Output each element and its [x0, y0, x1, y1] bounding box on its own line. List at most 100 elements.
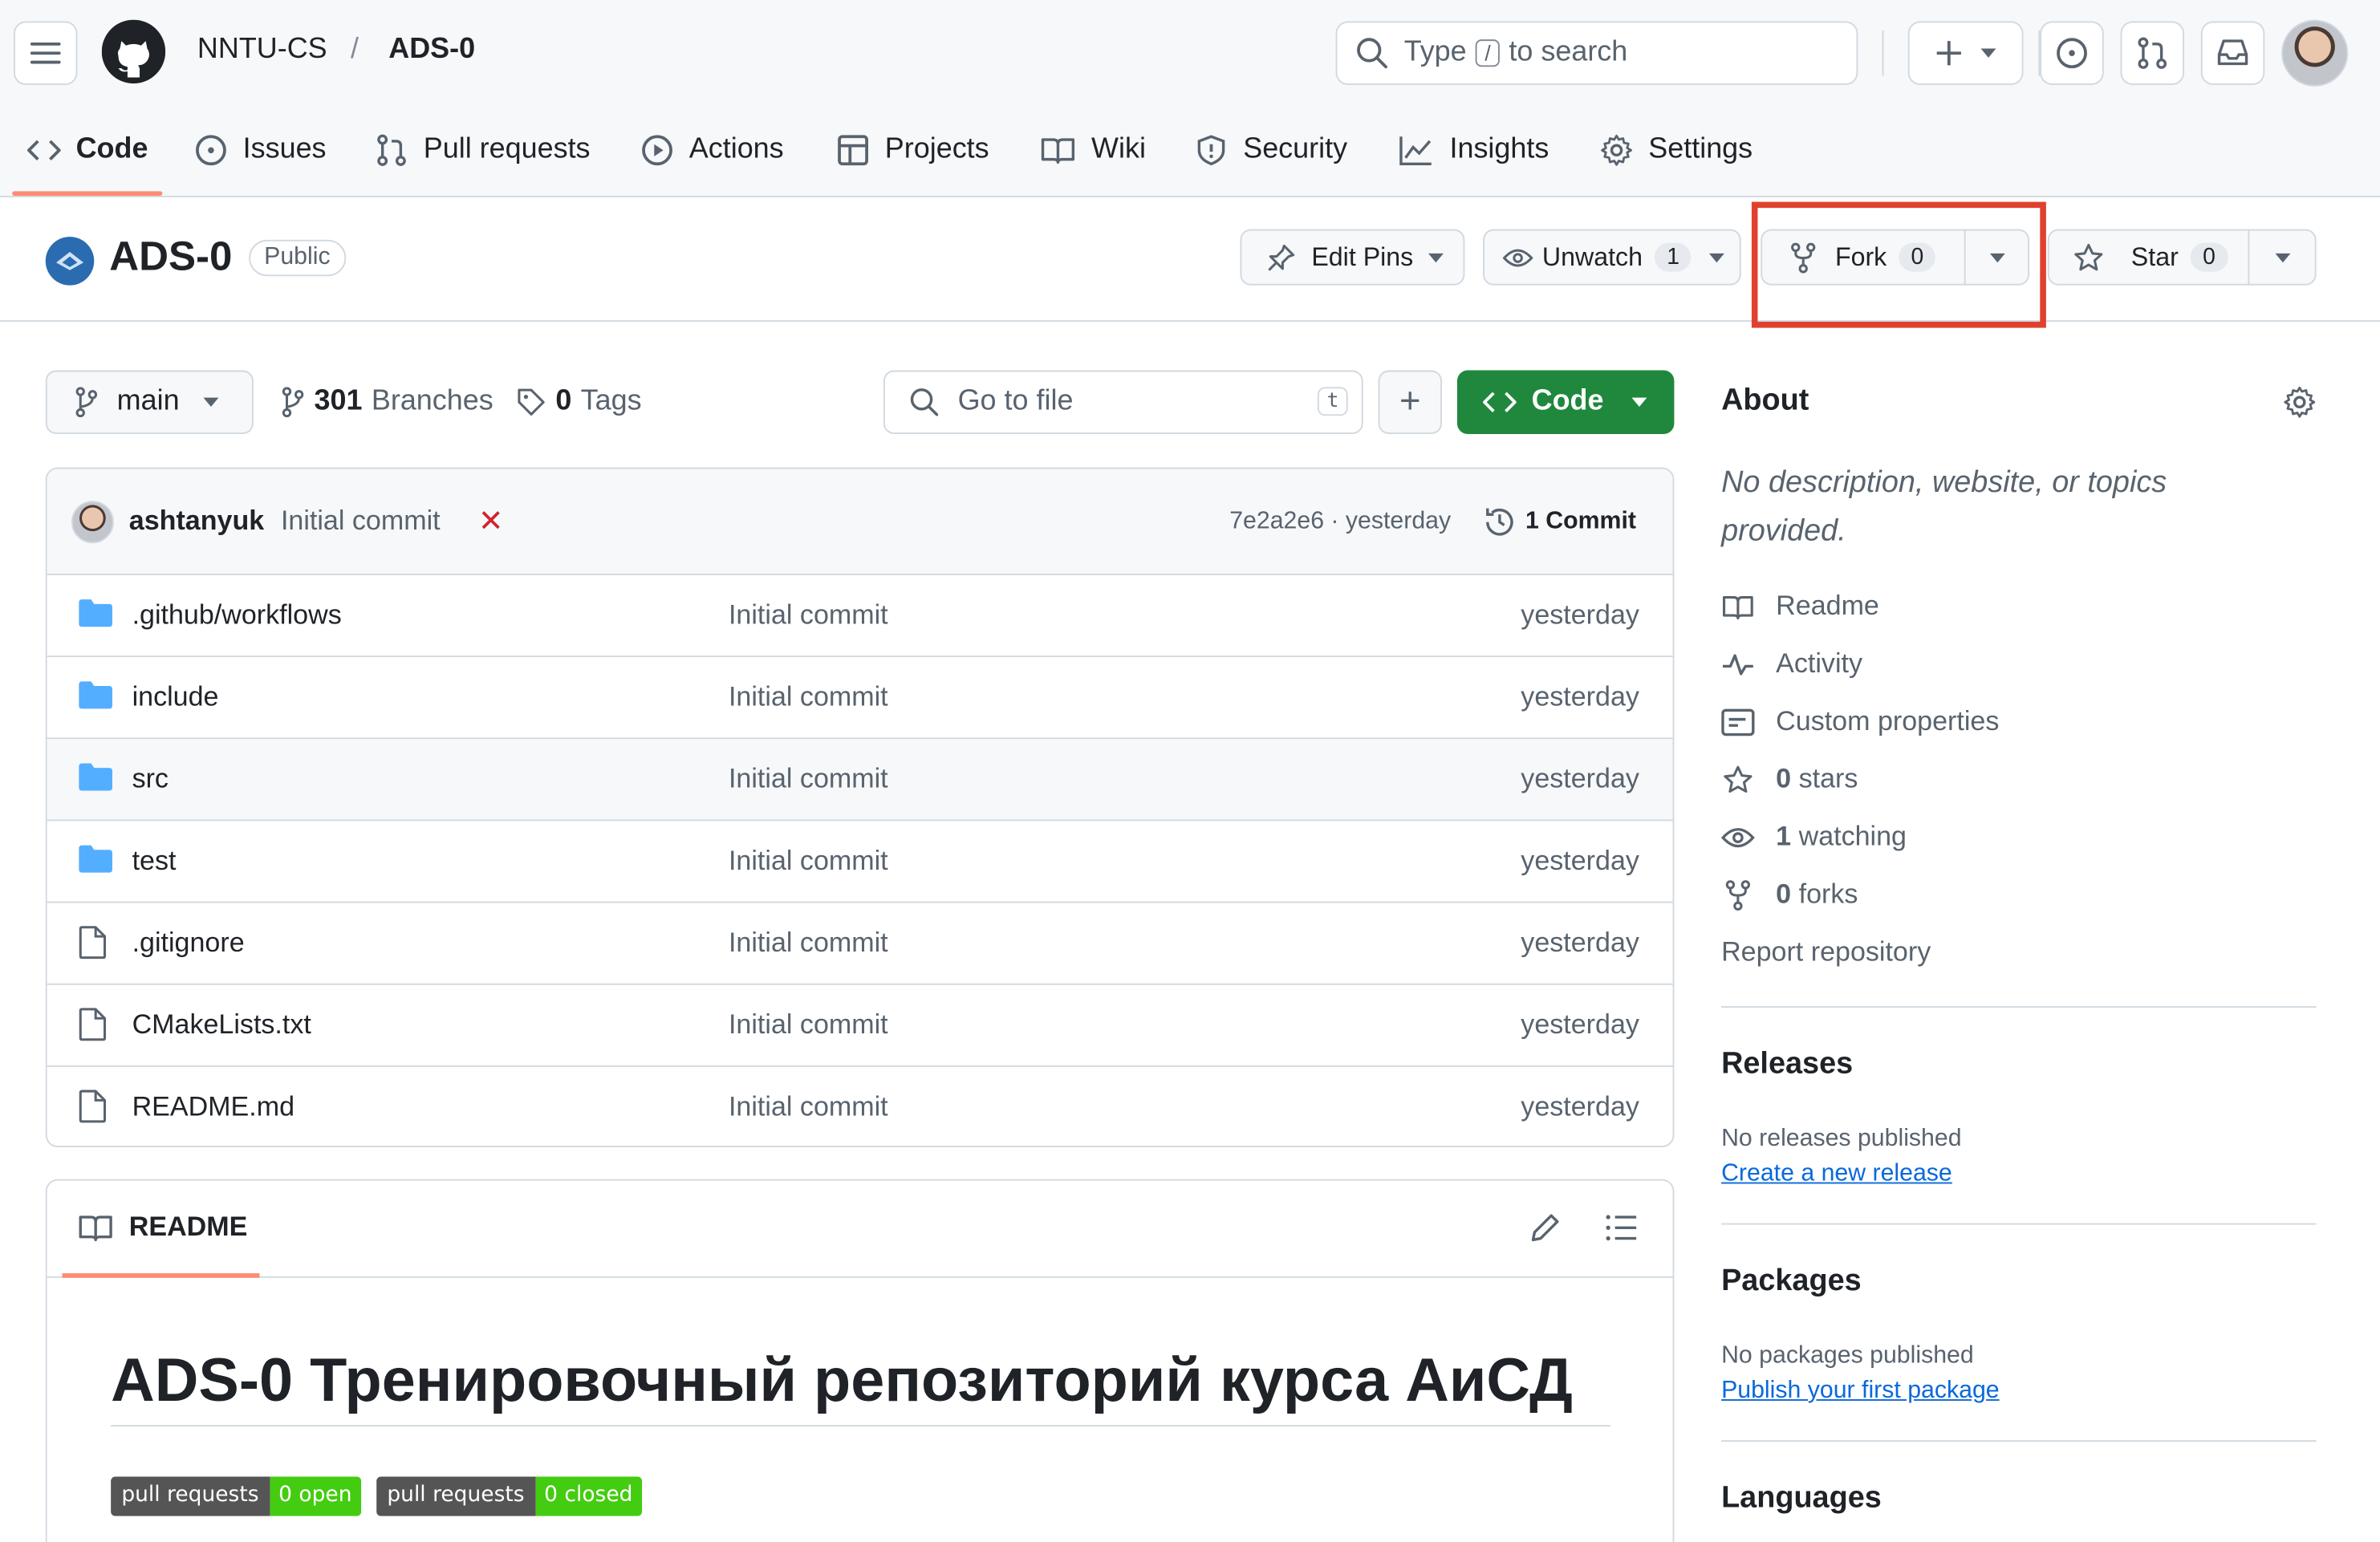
- commit-sha-date[interactable]: 7e2a2e6 · yesterday: [1229, 509, 1451, 536]
- create-release-link[interactable]: Create a new release: [1721, 1161, 1952, 1188]
- tab-projects[interactable]: Projects: [836, 131, 989, 170]
- tab-issues[interactable]: Issues: [194, 131, 327, 170]
- commit-author[interactable]: ashtanyuk: [129, 505, 264, 538]
- owner-link[interactable]: NNTU-CS: [197, 34, 327, 67]
- outline-button[interactable]: [1604, 1212, 1638, 1250]
- check-failed-icon[interactable]: ✕: [478, 502, 504, 540]
- repo-title[interactable]: ADS-0: [109, 233, 232, 281]
- folder-icon: [77, 598, 113, 635]
- pull-requests-button[interactable]: [2120, 21, 2185, 85]
- branches-link[interactable]: 301 Branches: [281, 385, 493, 419]
- caret-down-icon: [2274, 252, 2290, 262]
- gear-icon: [1601, 134, 1632, 166]
- forks-link[interactable]: 0 forks: [1721, 879, 1858, 911]
- report-repository-link[interactable]: Report repository: [1721, 936, 1931, 968]
- issues-button[interactable]: [2040, 21, 2104, 85]
- stars-link[interactable]: 0 stars: [1721, 763, 1858, 795]
- repo-forked-icon: [1725, 879, 1751, 911]
- tab-security[interactable]: Security: [1195, 131, 1347, 170]
- readme-tab[interactable]: README: [77, 1211, 247, 1243]
- star-dropdown-button[interactable]: [2249, 231, 2314, 284]
- commit-message[interactable]: Initial commit: [281, 505, 441, 538]
- file-name[interactable]: .gitignore: [132, 927, 245, 960]
- github-logo-icon[interactable]: [101, 19, 166, 91]
- org-logo-icon: [55, 252, 84, 270]
- releases-heading[interactable]: Releases: [1721, 1047, 1853, 1082]
- code-button-label: Code: [1531, 385, 1604, 418]
- custom-properties-link[interactable]: Custom properties: [1721, 706, 1999, 738]
- path-separator: /: [350, 33, 359, 66]
- hamburger-icon: [30, 42, 61, 64]
- file-commit-message[interactable]: Initial commit: [729, 763, 888, 795]
- file-commit-message[interactable]: Initial commit: [729, 927, 888, 960]
- tab-insights[interactable]: Insights: [1398, 131, 1549, 170]
- closed-pr-badge[interactable]: pull requests 0 closed: [376, 1476, 642, 1516]
- plus-icon: [1936, 41, 1961, 66]
- activity-label: Activity: [1776, 647, 1863, 679]
- file-name[interactable]: README.md: [132, 1091, 294, 1123]
- unwatch-button[interactable]: Unwatch 1: [1483, 229, 1741, 286]
- tab-wiki[interactable]: Wiki: [1040, 131, 1146, 170]
- file-commit-date: yesterday: [1521, 599, 1639, 631]
- watching-link[interactable]: 1 watching: [1721, 821, 1907, 853]
- file-icon: [79, 1008, 107, 1041]
- publish-package-link[interactable]: Publish your first package: [1721, 1378, 2000, 1406]
- repo-link[interactable]: ADS-0: [388, 34, 475, 67]
- book-icon: [1722, 594, 1753, 619]
- file-icon: [79, 1090, 107, 1123]
- file-commit-message[interactable]: Initial commit: [729, 1009, 888, 1041]
- tab-label: Wiki: [1091, 133, 1146, 166]
- commits-label: 1 Commit: [1525, 508, 1636, 534]
- tab-code[interactable]: Code: [27, 131, 148, 170]
- file-commit-message[interactable]: Initial commit: [729, 599, 888, 631]
- eye-icon: [1721, 827, 1755, 847]
- create-new-button[interactable]: [1907, 21, 2024, 85]
- edit-readme-button[interactable]: [1529, 1211, 1562, 1252]
- file-icon: [77, 926, 108, 967]
- file-name[interactable]: CMakeLists.txt: [132, 1009, 311, 1041]
- tags-link[interactable]: 0 Tags: [516, 385, 642, 419]
- file-name[interactable]: .github/workflows: [132, 599, 342, 631]
- code-button[interactable]: Code: [1456, 370, 1675, 434]
- go-to-file-input[interactable]: Go to file t: [883, 370, 1363, 434]
- file-commit-message[interactable]: Initial commit: [729, 1091, 888, 1123]
- readme-link[interactable]: Readme: [1721, 590, 1879, 623]
- about-heading: About: [1721, 383, 1809, 418]
- edit-pins-button[interactable]: Edit Pins: [1240, 229, 1465, 286]
- tab-label: Settings: [1648, 133, 1753, 166]
- readme-heading: ADS-0 Тренировочный репозиторий курса Аи…: [111, 1348, 1610, 1427]
- folder-icon: [79, 681, 112, 709]
- issue-opened-icon: [2057, 38, 2087, 69]
- star-label: Star: [2130, 241, 2179, 271]
- file-name[interactable]: test: [132, 846, 177, 878]
- file-commit-date: yesterday: [1521, 1008, 1639, 1040]
- open-pr-badge[interactable]: pull requests 0 open: [111, 1476, 361, 1516]
- star-button[interactable]: Star 0: [2049, 231, 2248, 284]
- file-commit-message[interactable]: Initial commit: [729, 846, 888, 878]
- packages-heading[interactable]: Packages: [1721, 1264, 1862, 1300]
- readme-tab-indicator: [62, 1273, 260, 1278]
- file-commit-message[interactable]: Initial commit: [729, 681, 888, 713]
- branch-selector[interactable]: main: [45, 370, 254, 434]
- inbox-button[interactable]: [2200, 21, 2265, 85]
- file-name[interactable]: src: [132, 763, 169, 795]
- add-file-button[interactable]: +: [1378, 370, 1443, 434]
- org-avatar[interactable]: [45, 237, 95, 286]
- file-row: include Initial commit yesterday: [47, 657, 1673, 740]
- star-icon: [2074, 243, 2103, 270]
- tab-pull-requests[interactable]: Pull requests: [375, 131, 591, 170]
- search-input[interactable]: Type / to search: [1335, 21, 1858, 85]
- tab-actions[interactable]: Actions: [640, 131, 784, 170]
- user-avatar[interactable]: [2281, 19, 2349, 87]
- watch-count: 1: [1655, 242, 1692, 272]
- tab-settings[interactable]: Settings: [1600, 131, 1753, 170]
- fork-highlight-box: [1751, 201, 2046, 328]
- eye-icon: [1502, 248, 1533, 266]
- caret-down-icon: [1980, 48, 1996, 58]
- file-name[interactable]: include: [132, 681, 219, 713]
- commit-author-avatar[interactable]: [71, 501, 114, 544]
- commits-link[interactable]: 1 Commit: [1483, 505, 1636, 539]
- menu-button[interactable]: [14, 21, 78, 85]
- activity-link[interactable]: Activity: [1721, 648, 1862, 680]
- edit-about-button[interactable]: [2283, 385, 2317, 426]
